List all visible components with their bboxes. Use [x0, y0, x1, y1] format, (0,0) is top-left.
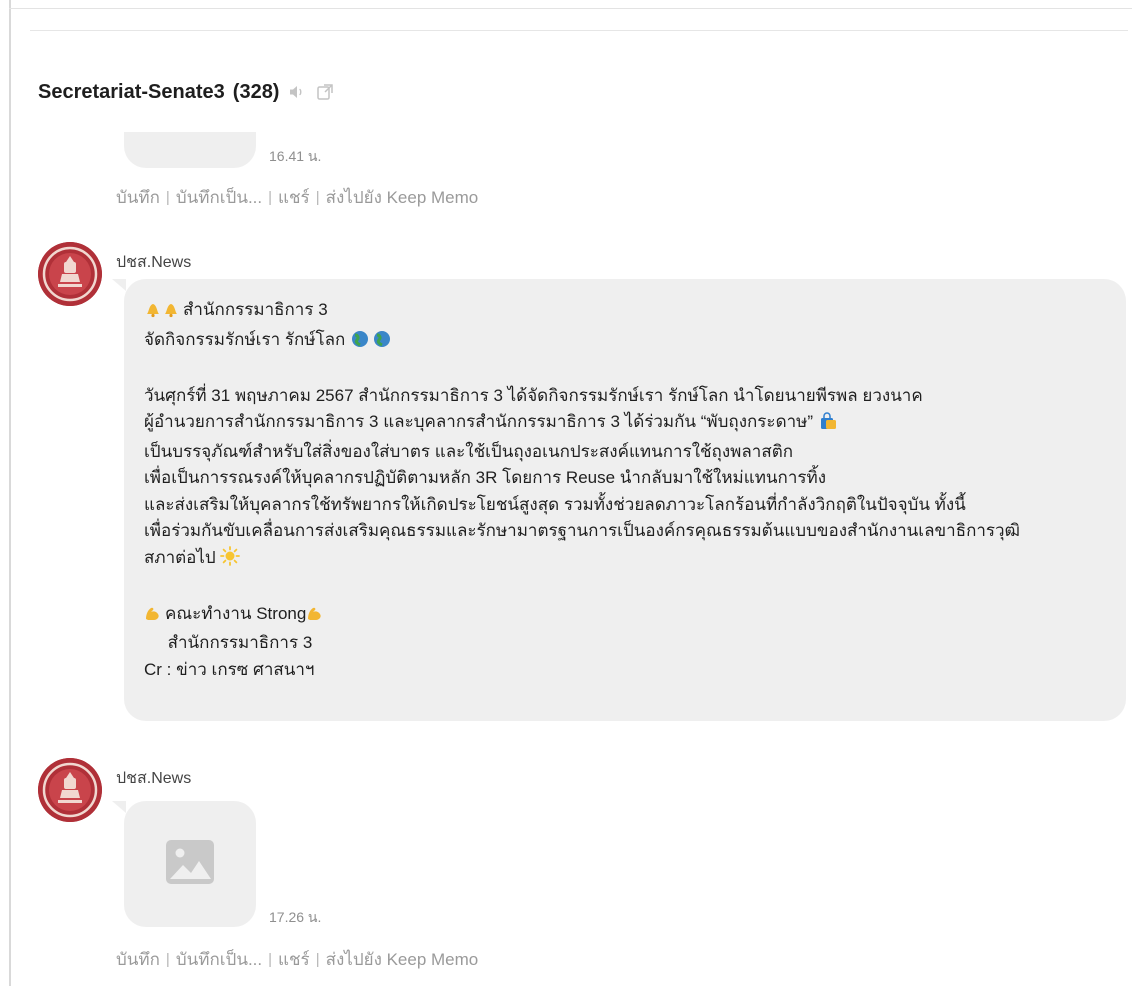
message-actions: บันทึก | บันทึกเป็น... | แชร์ | ส่งไปยัง… — [116, 184, 478, 211]
bell-icon — [144, 300, 180, 327]
sender-name: ปชส.News — [116, 254, 192, 271]
top-border — [9, 8, 1132, 9]
bubble-tail — [112, 801, 126, 813]
shopping-bag-icon — [818, 412, 838, 439]
flexed-biceps-icon — [306, 604, 324, 631]
save-as-link[interactable]: บันทึกเป็น... — [176, 946, 262, 973]
speaker-icon[interactable] — [287, 82, 307, 102]
separator: | — [165, 189, 170, 206]
image-message-bubble[interactable] — [124, 801, 256, 927]
bubble-tail — [112, 279, 126, 291]
separator: | — [315, 189, 320, 206]
message-time: 17.26 น. — [269, 909, 322, 925]
message-line: และส่งเสริมให้บุคลากรใช้ทรัพยากรให้เกิดป… — [144, 494, 966, 514]
separator: | — [165, 951, 170, 968]
message-time: 16.41 น. — [269, 148, 322, 164]
save-as-link[interactable]: บันทึกเป็น... — [176, 184, 262, 211]
separator: | — [268, 951, 273, 968]
message-line: สภาต่อไป — [144, 545, 1106, 575]
message-line: คณะทำงาน Strong — [144, 601, 1106, 631]
message-line: เพื่อร่วมกันขับเคลื่อนการส่งเสริมคุณธรรม… — [144, 521, 1020, 540]
save-link[interactable]: บันทึก — [116, 184, 160, 211]
left-border — [9, 0, 11, 986]
message-line: เพื่อเป็นการรณรงค์ให้บุคลากรปฏิบัติตามหล… — [144, 468, 827, 487]
sun-icon — [220, 545, 241, 575]
message-line-blank — [144, 356, 1106, 383]
chat-header: Secretariat-Senate3 (328) — [38, 77, 335, 107]
message-line: Cr : ข่าว เกรซ ศาสนาฯ — [144, 659, 315, 679]
separator: | — [268, 189, 273, 206]
message-line: สำนักกรรมาธิการ 3 — [144, 633, 313, 652]
globe-icon — [350, 330, 394, 357]
share-link[interactable]: แชร์ — [278, 184, 310, 211]
previous-message-bubble[interactable] — [124, 132, 256, 168]
share-link[interactable]: แชร์ — [278, 946, 310, 973]
message-line: วันศุกร์ที่ 31 พฤษภาคม 2567 สำนักกรรมาธิ… — [144, 385, 923, 405]
save-link[interactable]: บันทึก — [116, 946, 160, 973]
message-line: เป็นบรรจุภัณฑ์สำหรับใส่สิ่งของใส่บาตร แล… — [144, 441, 794, 461]
message-actions: บันทึก | บันทึกเป็น... | แชร์ | ส่งไปยัง… — [116, 946, 478, 973]
senate-seal-icon[interactable] — [38, 758, 102, 822]
keep-memo-link[interactable]: ส่งไปยัง Keep Memo — [326, 184, 479, 211]
header-divider — [30, 30, 1128, 31]
keep-memo-link[interactable]: ส่งไปยัง Keep Memo — [326, 946, 479, 973]
message-line: จัดกิจกรรมรักษ์เรา รักษ์โลก — [144, 327, 1106, 357]
message-line: สำนักกรรมาธิการ 3 — [144, 297, 1106, 327]
chat-window: Secretariat-Senate3 (328) 16.41 น. บันทึ… — [0, 0, 1132, 986]
image-placeholder-icon — [165, 839, 215, 890]
chat-title: Secretariat-Senate3 — [38, 80, 225, 103]
message-line-blank — [144, 574, 1106, 601]
sender-name: ปชส.News — [116, 770, 192, 787]
member-count: (328) — [232, 80, 280, 103]
flexed-biceps-icon — [144, 604, 162, 631]
message-bubble[interactable]: สำนักกรรมาธิการ 3 จัดกิจกรรมรักษ์เรา รัก… — [124, 279, 1126, 721]
separator: | — [315, 951, 320, 968]
popout-icon[interactable] — [315, 82, 335, 102]
senate-seal-icon[interactable] — [38, 242, 102, 306]
message-line: ผู้อำนวยการสำนักกรรมาธิการ 3 และบุคลากรส… — [144, 409, 1106, 439]
